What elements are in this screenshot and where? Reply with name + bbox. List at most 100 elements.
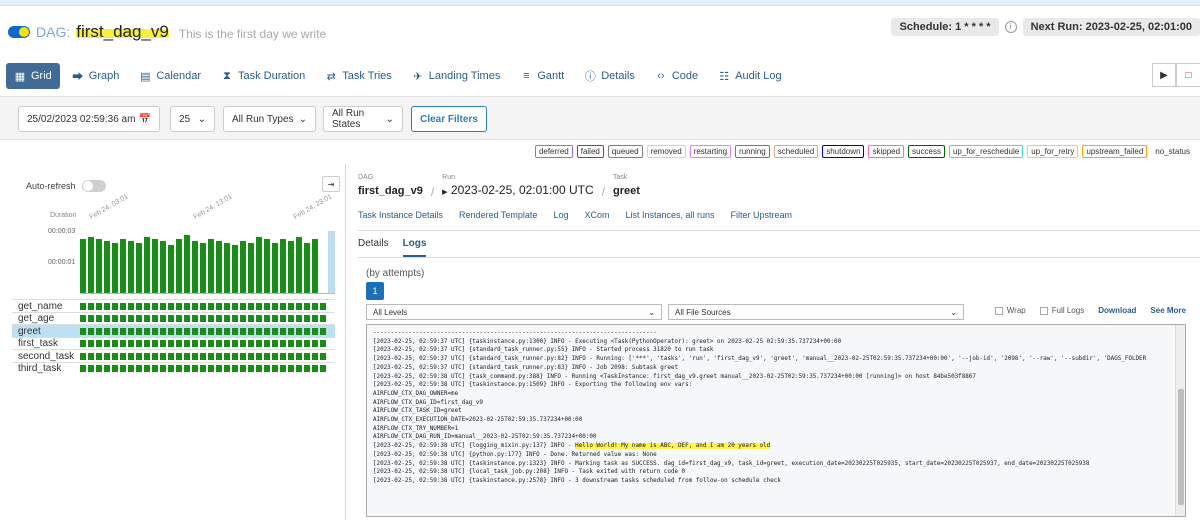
task-instance-cell[interactable]: [248, 365, 254, 372]
task-instance-cell[interactable]: [288, 302, 294, 310]
clear-filters-button[interactable]: Clear Filters: [411, 106, 487, 132]
task-instance-cell[interactable]: [264, 365, 270, 372]
task-instance-cell[interactable]: [136, 365, 142, 372]
task-instance-cell[interactable]: [144, 302, 150, 310]
task-instance-cell[interactable]: [208, 352, 214, 360]
full-logs-checkbox[interactable]: Full Logs: [1039, 306, 1084, 315]
task-instance-cell[interactable]: [232, 340, 238, 347]
tab-details[interactable]: Details: [358, 238, 389, 257]
task-instance-cell[interactable]: [184, 302, 190, 310]
task-instance-cell[interactable]: [96, 340, 102, 347]
tab-graph[interactable]: ⮕ Graph: [64, 63, 128, 89]
task-instance-cell[interactable]: [168, 327, 174, 335]
task-instance-cell[interactable]: [264, 327, 270, 335]
task-instance-cell[interactable]: [152, 352, 158, 360]
task-instance-cell[interactable]: [136, 327, 142, 335]
duration-bar[interactable]: [144, 237, 150, 293]
task-instance-cell[interactable]: [128, 302, 134, 310]
task-instance-cell[interactable]: [120, 302, 126, 310]
task-instance-cell[interactable]: [312, 340, 318, 347]
task-instance-cell[interactable]: [128, 352, 134, 360]
task-instance-cell[interactable]: [96, 352, 102, 360]
task-instance-cell[interactable]: [304, 365, 310, 372]
see-more-link[interactable]: See More: [1150, 306, 1186, 315]
task-instance-cell[interactable]: [304, 302, 310, 310]
task-instance-cell[interactable]: [296, 302, 302, 310]
task-instance-cell[interactable]: [280, 315, 286, 322]
task-instance-cell[interactable]: [216, 327, 222, 335]
task-instance-cell[interactable]: [304, 340, 310, 347]
task-instance-cell[interactable]: [120, 340, 126, 347]
task-instance-cell[interactable]: [280, 352, 286, 360]
task-instance-cell[interactable]: [304, 352, 310, 360]
task-instance-cell[interactable]: [80, 315, 86, 322]
task-instance-cell[interactable]: [168, 352, 174, 360]
task-instance-cell[interactable]: [232, 365, 238, 372]
info-icon[interactable]: i: [1004, 21, 1017, 33]
task-instance-cell[interactable]: [112, 327, 118, 335]
trigger-dag-icon[interactable]: ▶: [1152, 63, 1176, 87]
duration-bar[interactable]: [80, 239, 86, 293]
task-instance-cell[interactable]: [208, 365, 214, 372]
task-instance-cell[interactable]: [320, 340, 326, 347]
breadcrumb-run[interactable]: Run ▶ 2023-02-25, 02:01:00 UTC: [442, 174, 594, 199]
task-instance-cell[interactable]: [176, 340, 182, 347]
task-instance-cell[interactable]: [216, 340, 222, 347]
run-state-select[interactable]: All Run States ⌄: [323, 106, 403, 132]
duration-bar[interactable]: [304, 243, 310, 293]
task-instance-cell[interactable]: [160, 340, 166, 347]
task-instance-cell[interactable]: [224, 365, 230, 372]
task-instance-cell[interactable]: [192, 352, 198, 360]
task-instance-cell[interactable]: [80, 327, 86, 335]
task-instance-cell[interactable]: [296, 352, 302, 360]
task-instance-cell[interactable]: [160, 327, 166, 335]
attempt-1-button[interactable]: 1: [366, 282, 384, 300]
task-instance-cell[interactable]: [208, 302, 214, 310]
task-instance-cell[interactable]: [184, 327, 190, 335]
action-rendered-template[interactable]: Rendered Template: [459, 210, 537, 220]
task-instance-cell[interactable]: [208, 340, 214, 347]
task-instance-cell[interactable]: [160, 302, 166, 310]
task-instance-cell[interactable]: [272, 327, 278, 335]
task-instance-cell[interactable]: [232, 315, 238, 322]
task-instance-cell[interactable]: [152, 365, 158, 372]
task-instance-cell[interactable]: [208, 315, 214, 322]
task-instance-cell[interactable]: [120, 352, 126, 360]
task-instance-cell[interactable]: [112, 302, 118, 310]
task-row-greet[interactable]: greet: [12, 325, 335, 337]
task-instance-cell[interactable]: [80, 340, 86, 347]
task-instance-cell[interactable]: [104, 352, 110, 360]
task-instance-cell[interactable]: [312, 302, 318, 310]
duration-bar[interactable]: [200, 243, 206, 293]
task-instance-cell[interactable]: [288, 352, 294, 360]
task-instance-cell[interactable]: [296, 340, 302, 347]
duration-bar[interactable]: [240, 241, 246, 293]
task-instance-cell[interactable]: [280, 340, 286, 347]
task-instance-cell[interactable]: [80, 365, 86, 372]
task-instance-cell[interactable]: [136, 302, 142, 310]
task-instance-cell[interactable]: [96, 315, 102, 322]
task-instance-cell[interactable]: [168, 365, 174, 372]
duration-bar[interactable]: [280, 239, 286, 293]
task-instance-cell[interactable]: [128, 327, 134, 335]
task-instance-cell[interactable]: [176, 352, 182, 360]
task-instance-cell[interactable]: [160, 315, 166, 322]
task-instance-cell[interactable]: [248, 315, 254, 322]
action-task-instance-details[interactable]: Task Instance Details: [358, 210, 443, 220]
task-instance-cell[interactable]: [88, 302, 94, 310]
task-row-first-task[interactable]: first_task: [12, 338, 335, 350]
task-instance-cell[interactable]: [208, 327, 214, 335]
num-runs-select[interactable]: 25 ⌄: [170, 106, 215, 132]
task-instance-cell[interactable]: [256, 365, 262, 372]
duration-bar[interactable]: [96, 239, 102, 293]
task-instance-cell[interactable]: [312, 315, 318, 322]
task-instance-cell[interactable]: [88, 315, 94, 322]
tab-task-tries[interactable]: ⇄ Task Tries: [317, 63, 400, 89]
action-list-instances-all-runs[interactable]: List Instances, all runs: [625, 210, 714, 220]
task-instance-cell[interactable]: [272, 365, 278, 372]
duration-bar[interactable]: [176, 239, 182, 293]
task-instance-cell[interactable]: [120, 315, 126, 322]
task-instance-cell[interactable]: [296, 315, 302, 322]
task-instance-cell[interactable]: [312, 327, 318, 335]
task-instance-cell[interactable]: [312, 365, 318, 372]
